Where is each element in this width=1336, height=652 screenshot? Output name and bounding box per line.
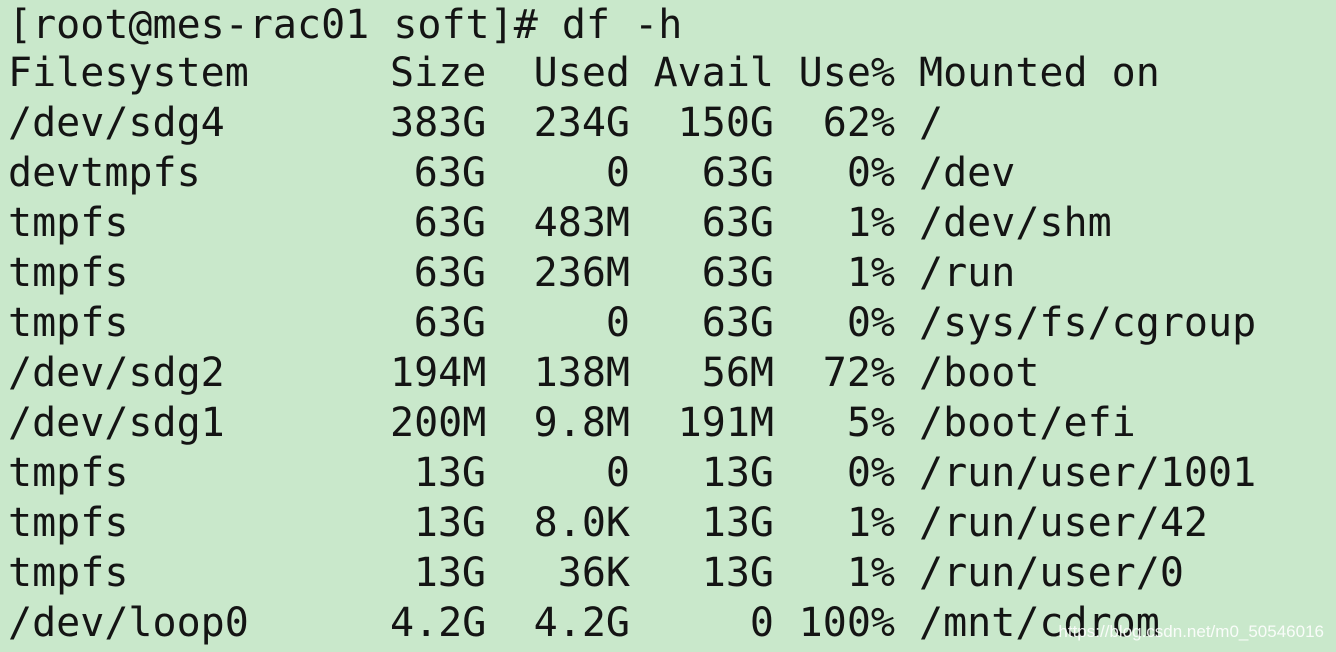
use-percent-cell: 62% xyxy=(822,100,895,146)
used-cell: 236M xyxy=(533,250,630,296)
mounted-on-cell: /boot/efi xyxy=(919,400,1136,446)
df-row: tmpfs 63G 236M 63G 1% /run xyxy=(8,248,1336,298)
used-cell: 8.0K xyxy=(533,500,630,546)
avail-cell: 191M xyxy=(677,400,774,446)
mounted-on-cell: /dev/shm xyxy=(919,200,1112,246)
used-cell: 138M xyxy=(533,350,630,396)
df-row: tmpfs 13G 0 13G 0% /run/user/1001 xyxy=(8,448,1336,498)
used-cell: 36K xyxy=(557,550,630,596)
df-output-rows: /dev/sdg4 383G 234G 150G 62% / devtmpfs 63G 0 63… xyxy=(8,98,1336,648)
filesystem-cell: tmpfs xyxy=(8,250,129,296)
mounted-on-cell: /sys/fs/cgroup xyxy=(919,300,1257,346)
size-cell: 194M xyxy=(390,350,487,396)
used-cell: 4.2G xyxy=(533,600,630,646)
df-row: devtmpfs 63G 0 63G 0% /dev xyxy=(8,148,1336,198)
size-cell: 63G xyxy=(413,150,486,196)
mounted-on-cell: /dev xyxy=(919,150,1016,196)
avail-cell: 56M xyxy=(701,350,774,396)
avail-cell: 63G xyxy=(701,200,774,246)
filesystem-cell: devtmpfs xyxy=(8,150,201,196)
used-cell: 9.8M xyxy=(533,400,630,446)
used-cell: 0 xyxy=(605,300,630,346)
mounted-on-cell: /run/user/42 xyxy=(919,500,1208,546)
df-row: /dev/sdg4 383G 234G 150G 62% / xyxy=(8,98,1336,148)
mounted-on-cell: /run/user/0 xyxy=(919,550,1184,596)
df-row: tmpfs 13G 8.0K 13G 1% /run/user/42 xyxy=(8,498,1336,548)
use-percent-cell: 72% xyxy=(822,350,895,396)
use-percent-cell: 1% xyxy=(846,550,895,596)
avail-cell: 150G xyxy=(677,100,774,146)
watermark: https://blog.csdn.net/m0_50546016 xyxy=(1058,622,1324,641)
use-percent-cell: 5% xyxy=(846,400,895,446)
filesystem-cell: /dev/loop0 xyxy=(8,600,249,646)
used-cell: 0 xyxy=(605,150,630,196)
filesystem-cell: tmpfs xyxy=(8,450,129,496)
df-row: tmpfs 63G 0 63G 0% /sys/fs/cgroup xyxy=(8,298,1336,348)
size-cell: 200M xyxy=(390,400,487,446)
size-cell: 63G xyxy=(413,300,486,346)
use-percent-cell: 100% xyxy=(798,600,895,646)
header-filesystem: Filesystem xyxy=(8,50,249,96)
avail-cell: 63G xyxy=(701,250,774,296)
filesystem-cell: /dev/sdg2 xyxy=(8,350,225,396)
filesystem-cell: tmpfs xyxy=(8,200,129,246)
use-percent-cell: 0% xyxy=(846,150,895,196)
avail-cell: 0 xyxy=(749,600,774,646)
df-header-row: Filesystem Size Used Avail Use% Mounted on xyxy=(8,48,1336,98)
size-cell: 4.2G xyxy=(390,600,487,646)
mounted-on-cell: /boot xyxy=(919,350,1040,396)
mounted-on-cell: /run/user/1001 xyxy=(919,450,1257,496)
df-row: tmpfs 13G 36K 13G 1% /run/user/0 xyxy=(8,548,1336,598)
filesystem-cell: /dev/sdg1 xyxy=(8,400,225,446)
filesystem-cell: tmpfs xyxy=(8,300,129,346)
mounted-on-cell: / xyxy=(919,100,944,146)
header-use-percent: Use% xyxy=(798,50,895,96)
avail-cell: 13G xyxy=(701,500,774,546)
use-percent-cell: 1% xyxy=(846,200,895,246)
size-cell: 13G xyxy=(413,450,486,496)
use-percent-cell: 1% xyxy=(846,500,895,546)
avail-cell: 13G xyxy=(701,550,774,596)
df-row: /dev/sdg2 194M 138M 56M 72% /boot xyxy=(8,348,1336,398)
avail-cell: 13G xyxy=(701,450,774,496)
df-row: /dev/sdg1 200M 9.8M 191M 5% /boot/efi xyxy=(8,398,1336,448)
used-cell: 234G xyxy=(533,100,630,146)
filesystem-cell: /dev/sdg4 xyxy=(8,100,225,146)
header-mounted-on: Mounted on xyxy=(919,50,1160,96)
shell-prompt: [root@mes-rac01 soft]# xyxy=(8,2,562,48)
use-percent-cell: 0% xyxy=(846,300,895,346)
terminal-window[interactable]: [root@mes-rac01 soft]# df -h Filesystem S… xyxy=(0,0,1336,652)
df-row: tmpfs 63G 483M 63G 1% /dev/shm xyxy=(8,198,1336,248)
size-cell: 63G xyxy=(413,250,486,296)
filesystem-cell: tmpfs xyxy=(8,550,129,596)
command-line: [root@mes-rac01 soft]# df -h xyxy=(8,0,1336,48)
size-cell: 63G xyxy=(413,200,486,246)
filesystem-cell: tmpfs xyxy=(8,500,129,546)
size-cell: 383G xyxy=(390,100,487,146)
use-percent-cell: 0% xyxy=(846,450,895,496)
size-cell: 13G xyxy=(413,550,486,596)
avail-cell: 63G xyxy=(701,150,774,196)
use-percent-cell: 1% xyxy=(846,250,895,296)
avail-cell: 63G xyxy=(701,300,774,346)
used-cell: 0 xyxy=(605,450,630,496)
header-avail: Avail xyxy=(653,50,774,96)
header-size: Size xyxy=(390,50,487,96)
size-cell: 13G xyxy=(413,500,486,546)
mounted-on-cell: /run xyxy=(919,250,1016,296)
used-cell: 483M xyxy=(533,200,630,246)
command-text: df -h xyxy=(561,2,683,48)
header-used: Used xyxy=(533,50,630,96)
